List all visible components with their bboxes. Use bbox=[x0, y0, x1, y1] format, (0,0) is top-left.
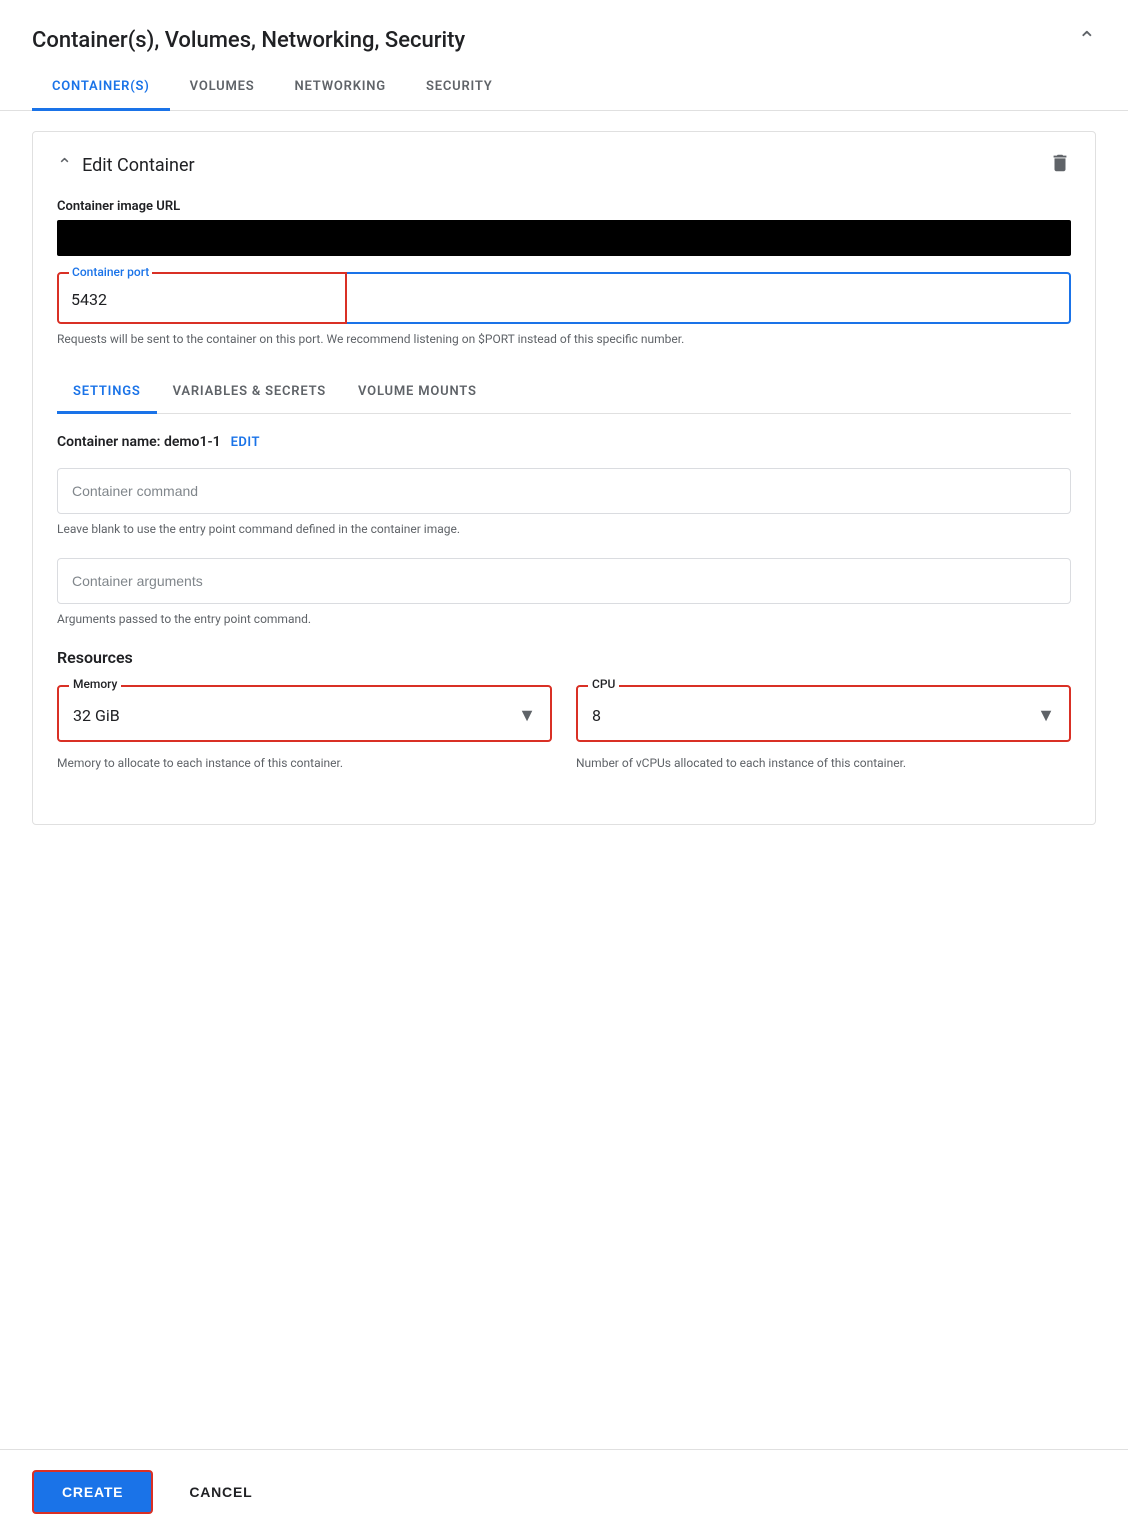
cpu-value: 8 bbox=[592, 706, 601, 725]
memory-value: 32 GiB bbox=[73, 706, 120, 725]
cancel-button[interactable]: CANCEL bbox=[173, 1472, 268, 1512]
cpu-label: CPU bbox=[588, 677, 619, 691]
bottom-bar: CREATE CANCEL bbox=[0, 1449, 1128, 1534]
page-header: Container(s), Volumes, Networking, Secur… bbox=[0, 0, 1128, 53]
memory-select-inner[interactable]: 32 GiB ▼ bbox=[59, 687, 550, 740]
memory-hint: Memory to allocate to each instance of t… bbox=[57, 754, 552, 772]
delete-icon[interactable] bbox=[1049, 152, 1071, 179]
container-image-url-label: Container image URL bbox=[57, 199, 1071, 214]
port-input-box: Container port 5432 bbox=[57, 272, 347, 324]
resources-title: Resources bbox=[57, 648, 1071, 667]
port-value[interactable]: 5432 bbox=[71, 290, 107, 309]
container-name-row: Container name: demo1-1 EDIT bbox=[57, 434, 1071, 450]
tab-volume-mounts[interactable]: VOLUME MOUNTS bbox=[342, 372, 493, 414]
edit-container-title-row: ⌃ Edit Container bbox=[57, 155, 195, 176]
memory-label: Memory bbox=[69, 677, 121, 691]
inner-tabs: SETTINGS VARIABLES & SECRETS VOLUME MOUN… bbox=[57, 372, 1071, 414]
port-right-box[interactable] bbox=[347, 272, 1071, 324]
collapse-section-icon[interactable]: ⌃ bbox=[57, 155, 72, 176]
container-command-input[interactable] bbox=[57, 468, 1071, 514]
cpu-select[interactable]: CPU 8 ▼ bbox=[576, 685, 1071, 742]
memory-dropdown-arrow: ▼ bbox=[518, 705, 536, 726]
tab-settings[interactable]: SETTINGS bbox=[57, 372, 157, 414]
collapse-icon[interactable]: ⌃ bbox=[1078, 28, 1096, 53]
tab-volumes[interactable]: VOLUMES bbox=[170, 65, 275, 111]
cpu-select-inner[interactable]: 8 ▼ bbox=[578, 687, 1069, 740]
tab-variables[interactable]: VARIABLES & SECRETS bbox=[157, 372, 342, 414]
container-arguments-hint: Arguments passed to the entry point comm… bbox=[57, 610, 1071, 628]
memory-select[interactable]: Memory 32 GiB ▼ bbox=[57, 685, 552, 742]
port-hint: Requests will be sent to the container o… bbox=[57, 330, 1071, 348]
create-button[interactable]: CREATE bbox=[32, 1470, 153, 1514]
edit-container-title: Edit Container bbox=[82, 155, 195, 176]
edit-container-card: ⌃ Edit Container Container image URL Con… bbox=[32, 131, 1096, 825]
resources-row: Memory 32 GiB ▼ CPU 8 ▼ bbox=[57, 685, 1071, 742]
edit-container-header: ⌃ Edit Container bbox=[57, 152, 1071, 179]
container-name-label: Container name: demo1-1 bbox=[57, 434, 221, 450]
tab-networking[interactable]: NETWORKING bbox=[275, 65, 406, 111]
tab-containers[interactable]: CONTAINER(S) bbox=[32, 65, 170, 111]
port-row: Container port 5432 bbox=[57, 272, 1071, 324]
top-tabs: CONTAINER(S) VOLUMES NETWORKING SECURITY bbox=[0, 65, 1128, 111]
tab-security[interactable]: SECURITY bbox=[406, 65, 513, 111]
edit-container-name-link[interactable]: EDIT bbox=[231, 435, 260, 450]
main-content: ⌃ Edit Container Container image URL Con… bbox=[0, 111, 1128, 845]
container-arguments-input[interactable] bbox=[57, 558, 1071, 604]
container-command-hint: Leave blank to use the entry point comma… bbox=[57, 520, 1071, 538]
cpu-hint: Number of vCPUs allocated to each instan… bbox=[576, 754, 1071, 772]
resource-hints-row: Memory to allocate to each instance of t… bbox=[57, 754, 1071, 796]
page-title: Container(s), Volumes, Networking, Secur… bbox=[32, 28, 465, 53]
port-float-label: Container port bbox=[69, 265, 152, 279]
cpu-dropdown-arrow: ▼ bbox=[1037, 705, 1055, 726]
container-image-url-bar bbox=[57, 220, 1071, 256]
